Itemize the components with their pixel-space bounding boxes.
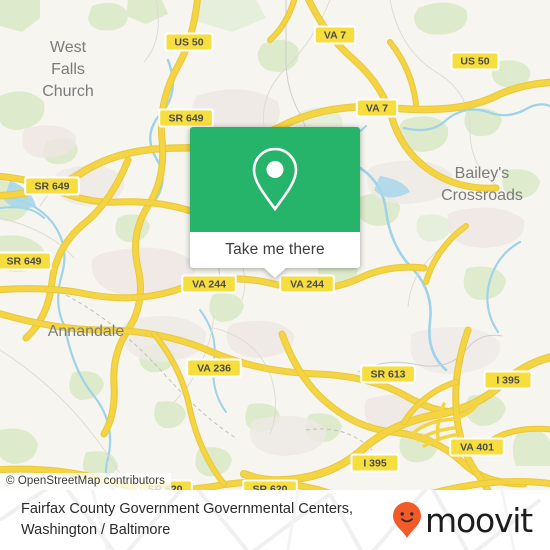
route-shield: VA 236	[186, 358, 242, 378]
moovit-logo[interactable]: moovit	[392, 500, 533, 540]
route-shield-label: VA 401	[460, 441, 494, 453]
route-shield: US 50	[164, 32, 214, 52]
place-title-line2: Washington / Baltimore	[21, 522, 171, 538]
place-title-line1: Fairfax County Government Governmental C…	[21, 501, 354, 517]
route-shield: US 50	[450, 51, 500, 71]
svg-text:Bailey's: Bailey's	[455, 165, 510, 182]
route-shield-label: SR 613	[370, 368, 405, 380]
place-popup-card[interactable]: Take me there	[190, 127, 360, 278]
route-shield-label: SR 649	[168, 112, 203, 124]
moovit-wordmark: moovit	[425, 500, 533, 540]
route-shield: VA 7	[313, 25, 357, 45]
page-footer: Fairfax County Government Governmental C…	[0, 490, 550, 550]
route-shield-label: US 50	[174, 36, 203, 48]
route-shield-label: VA 244	[192, 278, 226, 290]
moovit-place-map-card: .land{fill:#f6f5ef} .park{fill:#d9e9c6} …	[0, 0, 550, 550]
route-shield: VA 401	[449, 437, 505, 457]
route-shield-label: VA 7	[366, 102, 388, 114]
route-shield: SR 649	[0, 251, 52, 271]
route-shield-label: SR 620	[252, 483, 287, 490]
route-shield: SR 620	[242, 479, 298, 490]
popup-card-footer[interactable]: Take me there	[190, 232, 360, 278]
svg-text:Annandale: Annandale	[48, 323, 125, 340]
moovit-pin-icon	[393, 502, 422, 538]
route-shield-label: VA 7	[324, 29, 346, 41]
svg-text:Falls: Falls	[51, 61, 85, 78]
place-title: Fairfax County Government Governmental C…	[21, 499, 353, 541]
route-shield: SR 613	[360, 364, 416, 384]
route-shield-label: SR 649	[6, 255, 41, 267]
take-me-there-label: Take me there	[225, 241, 325, 258]
route-shield: SR 649	[24, 176, 80, 196]
route-shield: I 395	[483, 370, 533, 390]
route-shield-label: SR 649	[34, 180, 69, 192]
popup-card-tail	[264, 268, 286, 278]
svg-text:West: West	[50, 39, 87, 56]
route-shield: VA 244	[279, 274, 335, 294]
route-shield-label: I 395	[363, 457, 387, 469]
map-pin-icon	[252, 147, 298, 211]
route-shield-label: I 395	[496, 374, 520, 386]
map-attribution[interactable]: © OpenStreetMap contributors	[0, 473, 171, 490]
svg-text:Crossroads: Crossroads	[441, 187, 523, 204]
svg-text:Church: Church	[42, 83, 94, 100]
route-shield-label: VA 236	[197, 362, 231, 374]
popup-card-header	[190, 127, 360, 232]
route-shield: I 395	[350, 453, 400, 473]
route-shield: VA 7	[355, 98, 399, 118]
route-shield: VA 244	[181, 274, 237, 294]
route-shield-label: VA 244	[290, 278, 324, 290]
route-shield-label: US 50	[460, 55, 489, 67]
route-shield: SR 649	[158, 108, 214, 128]
